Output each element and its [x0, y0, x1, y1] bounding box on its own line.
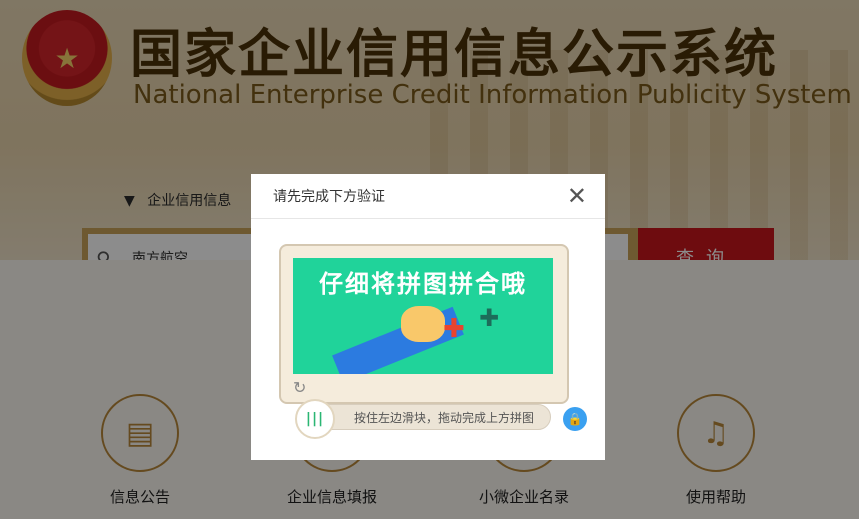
slider-hint: 按住左边滑块，拖动完成上方拼图 [353, 410, 534, 425]
captcha-frame: 仔细将拼图拼合哦 ✚ ✚ [279, 244, 569, 404]
slider-handle[interactable]: ||| [295, 399, 335, 439]
close-icon[interactable]: ✕ [567, 184, 587, 208]
lock-icon: 🔒 [563, 407, 587, 431]
modal-title: 请先完成下方验证 [273, 189, 385, 205]
modal-header: 请先完成下方验证 ✕ [251, 174, 605, 219]
captcha-banner: 仔细将拼图拼合哦 [319, 270, 527, 298]
captcha-modal: 请先完成下方验证 ✕ 仔细将拼图拼合哦 ✚ ✚ ↻ 按住左边滑块，拖动完成上方拼… [251, 174, 605, 460]
puzzle-slot-icon: ✚ [479, 304, 500, 332]
captcha-hand [401, 306, 445, 342]
puzzle-piece-icon: ✚ [443, 314, 465, 344]
refresh-icon[interactable]: ↻ [293, 378, 306, 397]
slider-track[interactable]: 按住左边滑块，拖动完成上方拼图 [297, 404, 551, 430]
captcha-puzzle-image: 仔细将拼图拼合哦 ✚ ✚ [293, 258, 553, 374]
